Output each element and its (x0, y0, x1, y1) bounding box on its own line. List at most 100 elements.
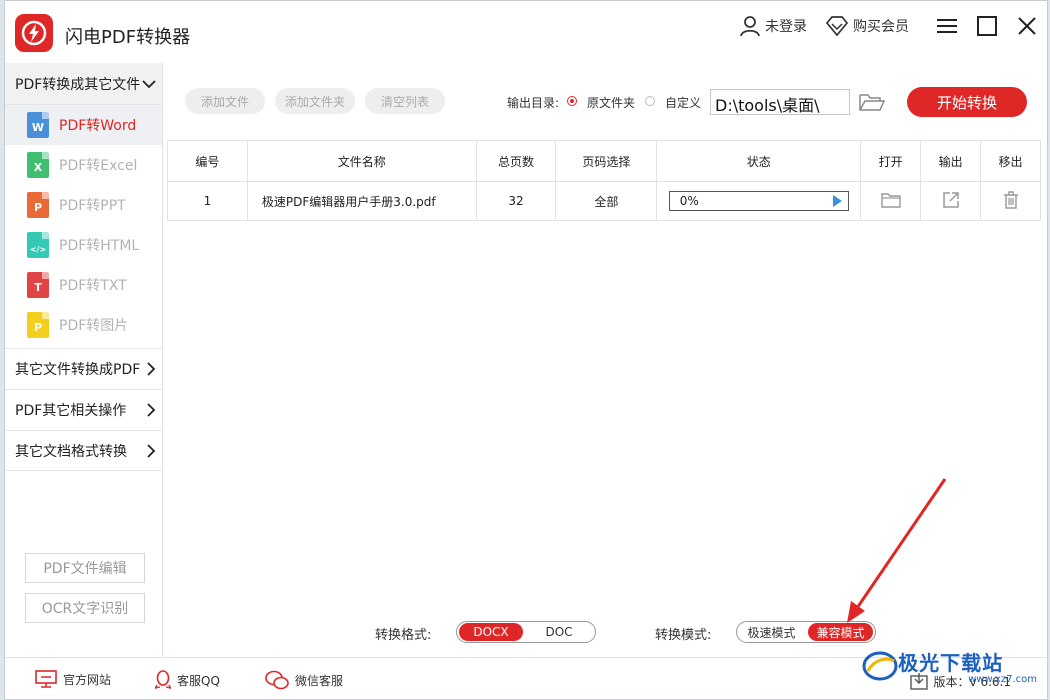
sidebar-item-pdf-to-html[interactable]: </> PDF转HTML (5, 225, 162, 265)
external-link-icon (942, 191, 959, 208)
row-pages: 32 (475, 181, 557, 221)
col-header-remove: 移出 (980, 140, 1041, 182)
row-status: 0% (656, 181, 862, 221)
wechat-support-label: 微信客服 (295, 673, 344, 688)
close-icon (1018, 17, 1036, 35)
watermark-logo-icon (862, 651, 898, 681)
chevron-right-icon (147, 403, 156, 417)
sidebar-item-label: PDF转Excel (59, 158, 138, 174)
sidebar-category-label: PDF其它相关操作 (15, 403, 127, 419)
menu-button[interactable] (927, 6, 967, 46)
hamburger-icon (937, 19, 957, 33)
word-file-icon: W (27, 112, 49, 138)
monitor-icon (35, 670, 57, 688)
sidebar-item-label: PDF转PPT (59, 198, 126, 214)
add-folder-button[interactable]: 添加文件夹 (275, 88, 355, 114)
sidebar-category-label: 其它文件转换成PDF (15, 362, 141, 378)
buy-vip-link[interactable]: 购买会员 (825, 15, 909, 37)
play-icon[interactable] (832, 195, 842, 207)
close-button[interactable] (1007, 6, 1047, 46)
sidebar-item-pdf-to-word[interactable]: W PDF转Word (5, 105, 162, 145)
col-header-status: 状态 (656, 140, 862, 182)
image-file-icon: P (27, 312, 49, 338)
sidebar-section-pdf-to-other[interactable]: PDF转换成其它文件 (5, 63, 162, 105)
title-bar: 闪电PDF转换器 未登录 购买会员 (5, 1, 1047, 63)
open-output-button[interactable] (942, 191, 960, 209)
pdf-edit-button[interactable]: PDF文件编辑 (25, 553, 145, 583)
watermark-text-block: 极光下载站 www.xz7.com (898, 647, 1037, 685)
maximize-button[interactable] (967, 6, 1007, 46)
output-path-input[interactable]: D:\tools\桌面\ (710, 89, 850, 115)
sidebar-category-other-doc-formats[interactable]: 其它文档格式转换 (5, 430, 162, 471)
ppt-file-icon: P (27, 192, 49, 218)
radio-original-folder-label: 原文件夹 (587, 96, 636, 110)
row-remove-cell (980, 181, 1041, 221)
chevron-right-icon (147, 362, 156, 376)
format-label: 转换格式: (375, 628, 432, 643)
buy-vip-label: 购买会员 (853, 19, 909, 35)
progress-bar: 0% (668, 191, 849, 211)
format-option-doc[interactable]: DOC (527, 623, 591, 641)
diamond-icon (825, 16, 849, 37)
col-header-open: 打开 (860, 140, 922, 182)
title-actions: 未登录 购买会员 (739, 1, 1047, 51)
app-logo-icon (15, 14, 53, 52)
watermark-name: 极光下载站 (898, 651, 1004, 675)
progress-text: 0% (679, 194, 699, 208)
sidebar-item-pdf-to-image[interactable]: P PDF转图片 (5, 305, 162, 345)
chevron-right-icon (147, 443, 156, 458)
open-folder-button[interactable] (880, 192, 901, 208)
site-watermark: 极光下载站 www.xz7.com (862, 647, 1037, 685)
official-site-link[interactable]: 官方网站 (35, 670, 111, 688)
sidebar-item-label: PDF转Word (59, 118, 137, 134)
sidebar-item-label: PDF转图片 (59, 318, 129, 334)
clear-list-button[interactable]: 清空列表 (365, 88, 445, 114)
col-header-pages: 总页数 (475, 140, 557, 182)
output-dir-label: 输出目录: (507, 96, 560, 110)
col-header-number: 编号 (167, 140, 248, 182)
row-filename: 极速PDF编辑器用户手册3.0.pdf (246, 181, 477, 221)
login-label: 未登录 (765, 19, 807, 35)
sidebar-category-label: 其它文档格式转换 (15, 443, 127, 460)
add-file-button[interactable]: 添加文件 (185, 88, 265, 114)
sidebar-item-label: PDF转TXT (59, 278, 127, 294)
ocr-button[interactable]: OCR文字识别 (25, 593, 145, 623)
wechat-icon (265, 670, 289, 690)
col-header-page-range: 页码选择 (555, 140, 658, 182)
table-header-row: 编号 文件名称 总页数 页码选择 状态 打开 输出 移出 (167, 140, 1041, 182)
sidebar: PDF转换成其它文件 W PDF转Word X PDF转Excel P PDF转… (5, 63, 163, 657)
radio-custom[interactable] (645, 96, 655, 106)
sidebar-item-pdf-to-ppt[interactable]: P PDF转PPT (5, 185, 162, 225)
sidebar-section-label: PDF转换成其它文件 (15, 76, 141, 93)
support-qq-link[interactable]: 客服QQ (155, 670, 220, 690)
start-convert-button[interactable]: 开始转换 (907, 87, 1027, 117)
sidebar-item-pdf-to-excel[interactable]: X PDF转Excel (5, 145, 162, 185)
row-number: 1 (167, 181, 248, 221)
mode-option-fast[interactable]: 极速模式 (739, 623, 804, 641)
wechat-support-link[interactable]: 微信客服 (265, 670, 343, 690)
folder-open-icon (859, 94, 886, 111)
folder-icon (880, 192, 901, 208)
col-header-output: 输出 (920, 140, 982, 182)
sidebar-item-label: PDF转HTML (59, 238, 140, 254)
sidebar-item-pdf-to-txt[interactable]: T PDF转TXT (5, 265, 162, 305)
browse-folder-button[interactable] (857, 89, 887, 115)
official-site-label: 官方网站 (63, 672, 112, 687)
remove-row-button[interactable] (1003, 190, 1019, 209)
sidebar-category-other-to-pdf[interactable]: 其它文件转换成PDF (5, 348, 162, 389)
format-option-docx[interactable]: DOCX (459, 623, 523, 641)
radio-custom-label: 自定义 (665, 96, 702, 110)
user-icon (740, 16, 760, 37)
row-page-range[interactable]: 全部 (555, 181, 658, 221)
txt-file-icon: T (27, 272, 49, 298)
mode-label: 转换模式: (655, 628, 712, 643)
excel-file-icon: X (27, 152, 49, 178)
chevron-down-icon (142, 79, 156, 88)
col-header-filename: 文件名称 (246, 140, 477, 182)
login-link[interactable]: 未登录 (739, 15, 807, 37)
table-row[interactable]: 1 极速PDF编辑器用户手册3.0.pdf 32 全部 0% (167, 181, 1041, 221)
maximize-icon (977, 16, 997, 36)
app-window: 闪电PDF转换器 未登录 购买会员 PDF转换成其它文件 W PDF转Word … (4, 0, 1048, 700)
radio-original-folder[interactable] (567, 96, 577, 106)
sidebar-category-pdf-other-ops[interactable]: PDF其它相关操作 (5, 389, 162, 430)
